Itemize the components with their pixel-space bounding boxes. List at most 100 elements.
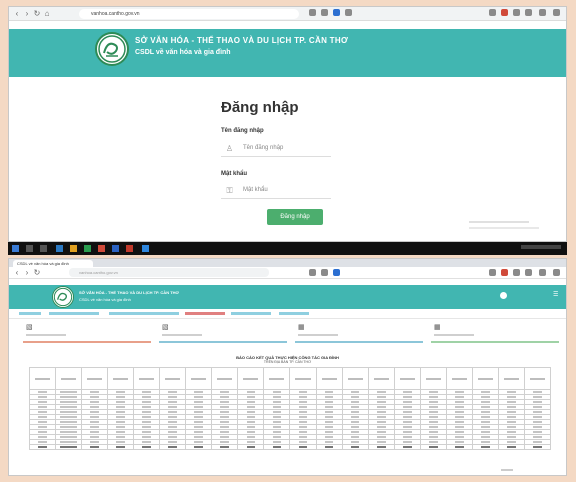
report-cell [185,444,213,450]
emblem-icon [53,287,73,307]
username-placeholder: Tên đăng nhập [243,145,284,151]
home-icon[interactable]: ⌂ [43,10,51,18]
app-icon[interactable] [112,245,119,252]
login-button[interactable]: Đăng nhập [267,209,323,225]
header-title: SỞ VĂN HÓA - THỂ THAO VÀ DU LỊCH TP. CẦN… [79,290,179,295]
reload-icon[interactable]: ↻ [33,269,41,277]
report-header-cell [81,367,109,390]
windows-taskbar [8,242,567,255]
city-emblem-logo[interactable] [52,286,74,308]
back-icon[interactable]: ‹ [13,269,21,277]
menu-icon[interactable] [553,9,560,16]
header-title: SỞ VĂN HÓA - THỂ THAO VÀ DU LỊCH TP. CẦN… [135,36,349,45]
extension-icon[interactable] [501,269,508,276]
city-emblem-logo[interactable] [95,32,129,66]
profile-icon[interactable] [539,269,546,276]
address-host: vanhoa.cantho.gov.vn [79,270,118,275]
report-cell [237,444,265,450]
password-field[interactable]: ⚿ Mật khẩu [221,183,331,199]
extension-icon[interactable] [333,9,340,16]
report-cell [445,444,473,450]
user-icon: ♙ [225,144,234,153]
extension-icon[interactable] [333,269,340,276]
stat-card[interactable]: ▧ [23,321,151,343]
report-cell [107,444,135,450]
menu-icon[interactable] [553,269,560,276]
extension-icon[interactable] [309,269,316,276]
password-placeholder: Mật khẩu [243,187,268,193]
stat-card-icon: ▧ [162,324,169,331]
username-field[interactable]: ♙ Tên đăng nhập [221,141,331,157]
report-header-cell [55,367,83,390]
report-cell [81,444,109,450]
extension-icon[interactable] [525,9,532,16]
extension-icon[interactable] [321,9,328,16]
nav-item[interactable] [49,312,99,315]
report-cell [419,444,447,450]
report-header-cell [445,367,473,390]
report-header-cell [211,367,239,390]
stat-card[interactable]: ▦ [431,321,559,343]
extension-icon[interactable] [345,9,352,16]
reload-icon[interactable]: ↻ [33,10,41,18]
report-header-cell [341,367,369,390]
address-host: vanhoa.cantho.gov.vn [91,11,140,17]
report-cell [28,444,57,450]
browser-icon[interactable] [56,245,63,252]
forward-icon[interactable]: › [23,10,31,18]
activation-watermark-line [469,227,539,229]
app-icon[interactable] [142,245,149,252]
taskview-icon[interactable] [40,245,47,252]
start-icon[interactable] [12,245,19,252]
extension-icon[interactable] [489,9,496,16]
report-cell [315,444,343,450]
report-header-cell [133,367,161,390]
extension-icon[interactable] [513,269,520,276]
extension-icon[interactable] [309,9,316,16]
stat-card[interactable]: ▧ [159,321,287,343]
nav-item[interactable] [109,312,179,315]
extension-icon[interactable] [321,269,328,276]
app-icon[interactable] [98,245,105,252]
hamburger-menu-icon[interactable]: ☰ [553,292,558,298]
address-bar[interactable]: vanhoa.cantho.gov.vn [69,268,269,277]
extension-icon[interactable] [489,269,496,276]
back-icon[interactable]: ‹ [13,10,21,18]
username-label: Tên đăng nhập [221,128,264,134]
report-cell [497,444,525,450]
browser-toolbar: ‹ › ↻ ⌂ vanhoa.cantho.gov.vn [9,7,566,21]
tab-strip: CSDL về văn hóa và gia đình [9,259,566,267]
user-avatar[interactable] [500,292,507,299]
search-icon[interactable] [26,245,33,252]
stat-card-label [434,334,474,336]
browser-toolbar: ‹ › ↻ vanhoa.cantho.gov.vn [9,267,566,279]
extension-icon[interactable] [501,9,508,16]
app-icon[interactable] [126,245,133,252]
nav-item[interactable] [19,312,41,315]
address-bar[interactable]: vanhoa.cantho.gov.vn [79,9,299,19]
stat-card[interactable]: ▦ [295,321,423,343]
report-cell [341,444,369,450]
report-subtitle: TRÊN ĐỊA BÀN TP. CẦN THƠ [263,360,312,364]
app-icon[interactable] [84,245,91,252]
activation-watermark-line [469,221,529,223]
system-tray[interactable] [521,245,561,249]
extension-icon[interactable] [513,9,520,16]
forward-icon[interactable]: › [23,269,31,277]
extension-icon[interactable] [525,269,532,276]
report-cell [159,444,187,450]
folder-icon[interactable] [70,245,77,252]
report-cell [523,444,552,450]
profile-icon[interactable] [539,9,546,16]
nav-item[interactable] [231,312,271,315]
nav-item[interactable] [185,312,225,315]
pagination[interactable] [501,469,513,471]
report-cell [289,444,317,450]
nav-item[interactable] [279,312,309,315]
report-table [28,367,552,450]
stat-card-label [298,334,338,336]
report-table-body [28,389,552,450]
main-navigation [9,311,566,319]
report-header-cell [419,367,447,390]
browser-tab[interactable]: CSDL về văn hóa và gia đình [13,260,93,267]
